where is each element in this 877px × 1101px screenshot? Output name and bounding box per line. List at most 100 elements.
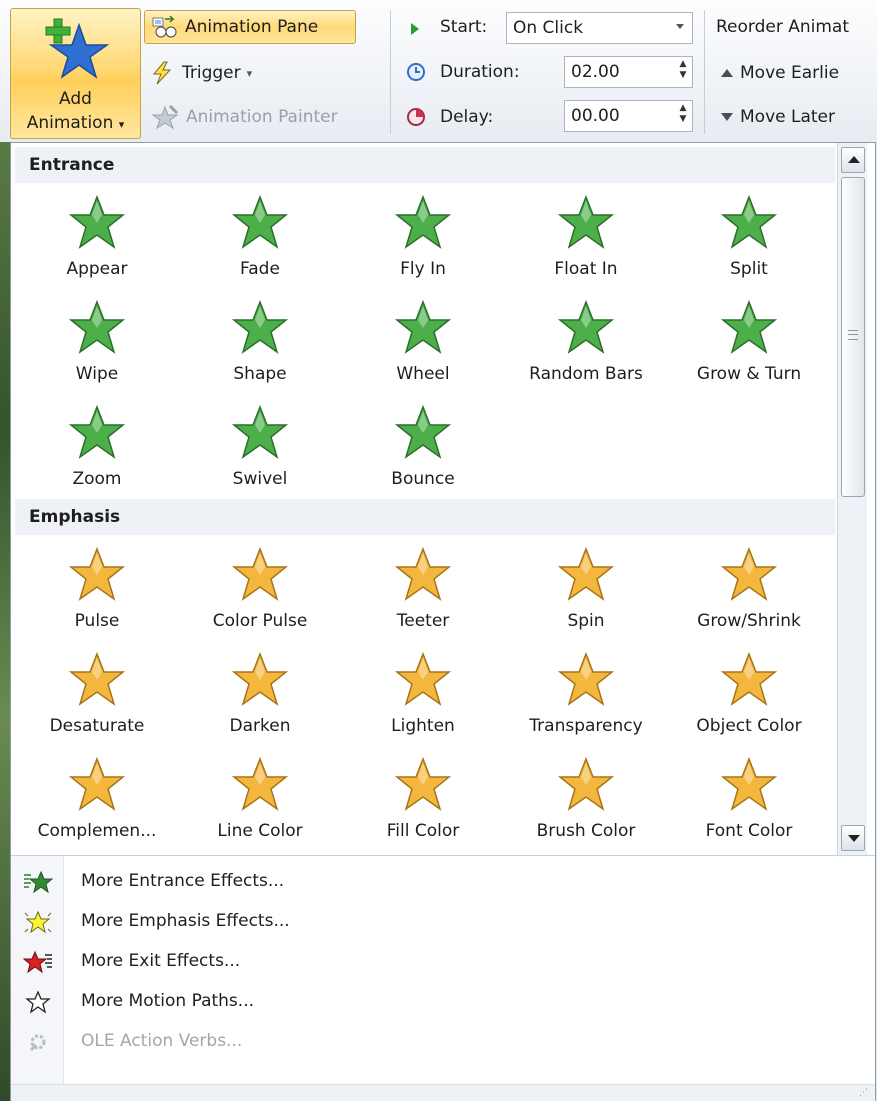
more-motion-paths-item[interactable]: More Motion Paths... (11, 982, 875, 1022)
add-animation-label-line2: Animation ▾ (26, 113, 125, 133)
move-earlier-button[interactable]: Move Earlie (714, 56, 845, 90)
clock-icon (407, 63, 425, 81)
triangle-down-icon (721, 113, 733, 121)
effect-teeter[interactable]: Teeter (341, 539, 505, 645)
duration-value: 02.00 (571, 62, 620, 82)
font-color-icon (720, 756, 778, 811)
ole-action-verbs-icon (29, 1034, 46, 1052)
emphasis-section-header: Emphasis (15, 499, 835, 535)
effect-wipe[interactable]: Wipe (15, 292, 179, 398)
ole-action-verbs-label: OLE Action Verbs... (81, 1031, 243, 1051)
effect-label: Teeter (396, 611, 450, 631)
resize-grip[interactable]: ⋰ (11, 1084, 875, 1101)
effects-gallery: Entrance Appear Fade Fly In Float In Split Wi… (11, 143, 837, 855)
grow-shrink-icon (720, 546, 778, 601)
animation-pane-label: Animation Pane (185, 17, 319, 37)
more-effects-menu: More Entrance Effects... More Emphasis E… (11, 855, 875, 1101)
effect-label: Desaturate (49, 716, 145, 736)
effect-line-color[interactable]: Line Color (178, 749, 342, 855)
slide-background-strip (0, 142, 10, 1101)
effect-label: Swivel (232, 469, 288, 489)
effect-fade[interactable]: Fade (178, 187, 342, 293)
spinner-arrows-icon[interactable]: ▲ ▼ (676, 59, 690, 85)
more-emphasis-effects-item[interactable]: More Emphasis Effects... (11, 902, 875, 942)
effect-grow-turn[interactable]: Grow & Turn (667, 292, 831, 398)
effect-zoom[interactable]: Zoom (15, 397, 179, 503)
effect-desaturate[interactable]: Desaturate (15, 644, 179, 750)
trigger-label: Trigger (182, 63, 241, 83)
effect-spin[interactable]: Spin (504, 539, 668, 645)
effect-label: Fade (240, 259, 280, 279)
effect-bounce[interactable]: Bounce (341, 397, 505, 503)
animation-pane-button[interactable]: Animation Pane (144, 10, 356, 44)
effect-label: Line Color (217, 821, 303, 841)
animation-pane-icon (152, 15, 177, 38)
effect-label: Complemen... (37, 821, 157, 841)
color-pulse-icon (231, 546, 289, 601)
animation-painter-button[interactable]: Animation Painter (144, 100, 344, 134)
gallery-scrollbar[interactable] (837, 143, 867, 855)
effect-font-color[interactable]: Font Color (667, 749, 831, 855)
animations-ribbon: Add Animation ▾ Animation Pane Trigger ▾… (0, 0, 877, 142)
effect-complemen[interactable]: Complemen... (15, 749, 179, 855)
effect-split[interactable]: Split (667, 187, 831, 293)
move-later-button[interactable]: Move Later (714, 100, 841, 134)
resize-grip-icon: ⋰ (859, 1088, 868, 1098)
effect-shape[interactable]: Shape (178, 292, 342, 398)
more-entrance-effects-item[interactable]: More Entrance Effects... (11, 862, 875, 902)
swivel-icon (231, 404, 289, 459)
effect-label: Grow/Shrink (697, 611, 801, 631)
brush-color-icon (557, 756, 615, 811)
effect-label: Bounce (391, 469, 455, 489)
scroll-thumb[interactable] (841, 177, 865, 497)
add-animation-button[interactable]: Add Animation ▾ (10, 8, 141, 139)
fade-icon (231, 194, 289, 249)
start-value: On Click (513, 18, 584, 38)
duration-spinner[interactable]: 02.00 ▲ ▼ (564, 56, 693, 88)
scroll-grip-icon (848, 330, 858, 340)
effect-label: Float In (554, 259, 618, 279)
teeter-icon (394, 546, 452, 601)
lightning-icon (152, 61, 172, 85)
entrance-effects-icon (24, 870, 53, 894)
effect-fly-in[interactable]: Fly In (341, 187, 505, 293)
scroll-up-button[interactable] (841, 147, 865, 173)
effect-wheel[interactable]: Wheel (341, 292, 505, 398)
entrance-section-header: Entrance (15, 147, 835, 183)
duration-label: Duration: (440, 62, 520, 82)
effect-float-in[interactable]: Float In (504, 187, 668, 293)
effect-color-pulse[interactable]: Color Pulse (178, 539, 342, 645)
triangle-up-icon (721, 69, 733, 77)
effect-grow-shrink[interactable]: Grow/Shrink (667, 539, 831, 645)
line-color-icon (231, 756, 289, 811)
effect-transparency[interactable]: Transparency (504, 644, 668, 750)
effect-appear[interactable]: Appear (15, 187, 179, 293)
shape-icon (231, 299, 289, 354)
scroll-down-button[interactable] (841, 825, 865, 851)
effect-fill-color[interactable]: Fill Color (341, 749, 505, 855)
more-exit-effects-label: More Exit Effects... (81, 951, 241, 971)
add-animation-star-icon (45, 18, 109, 79)
effect-darken[interactable]: Darken (178, 644, 342, 750)
effect-label: Grow & Turn (696, 364, 802, 384)
effect-random-bars[interactable]: Random Bars (504, 292, 668, 398)
ribbon-separator (704, 10, 705, 134)
animation-painter-icon (151, 104, 179, 130)
effect-label: Font Color (705, 821, 793, 841)
ole-action-verbs-item[interactable]: OLE Action Verbs... (11, 1022, 875, 1062)
effect-swivel[interactable]: Swivel (178, 397, 342, 503)
start-dropdown[interactable]: On Click (506, 12, 693, 44)
chevron-up-icon (848, 156, 860, 163)
effect-lighten[interactable]: Lighten (341, 644, 505, 750)
motion-paths-icon (25, 990, 51, 1014)
animation-painter-label: Animation Painter (186, 107, 338, 127)
spinner-arrows-icon[interactable]: ▲ ▼ (676, 103, 690, 129)
trigger-button[interactable]: Trigger ▾ (144, 56, 258, 90)
effect-label: Shape (233, 364, 287, 384)
effect-pulse[interactable]: Pulse (15, 539, 179, 645)
more-exit-effects-item[interactable]: More Exit Effects... (11, 942, 875, 982)
effect-brush-color[interactable]: Brush Color (504, 749, 668, 855)
effect-object-color[interactable]: Object Color (667, 644, 831, 750)
delay-spinner[interactable]: 00.00 ▲ ▼ (564, 100, 693, 132)
start-label: Start: (440, 17, 488, 37)
